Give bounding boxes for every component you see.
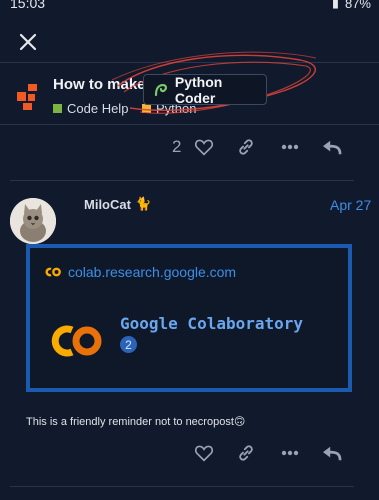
reply-button[interactable] <box>320 136 344 158</box>
status-time: 15:03 <box>10 0 46 11</box>
heart-icon <box>194 139 214 156</box>
category-label: Code Help <box>67 101 129 116</box>
like-count[interactable]: 2 <box>172 137 181 157</box>
category-code-help[interactable]: Code Help <box>53 101 128 116</box>
colab-logo-icon <box>51 325 102 357</box>
python-coder-badge-icon <box>154 83 168 96</box>
post-divider <box>10 180 354 181</box>
ellipsis-icon <box>281 450 299 456</box>
reply-icon <box>323 446 342 461</box>
more-actions-button[interactable] <box>278 136 302 158</box>
reply-icon <box>323 140 342 155</box>
copy-link-button[interactable] <box>234 442 258 464</box>
onebox-title[interactable]: Google Colaboratory <box>120 314 303 333</box>
category-color-swatch <box>142 104 151 113</box>
cat-avatar-icon <box>10 198 56 244</box>
more-actions-button[interactable] <box>278 442 302 464</box>
avatar[interactable] <box>10 198 56 244</box>
user-title-tooltip: Python Coder <box>143 73 267 106</box>
tooltip-label: Python Coder <box>174 73 223 106</box>
site-logo-icon <box>17 84 37 110</box>
link-icon <box>239 139 253 155</box>
colab-logo <box>50 322 104 360</box>
signal-icon: ▮ <box>331 0 339 10</box>
battery-level: 87% <box>344 0 371 11</box>
topic-title[interactable]: How to make <box>53 76 146 93</box>
status-bar: 15:03 ▮ 87% <box>0 0 379 12</box>
post-author[interactable]: MiloCat 🐈 <box>84 196 151 212</box>
site-logo[interactable] <box>17 84 39 110</box>
reply-button[interactable] <box>320 442 344 464</box>
ellipsis-icon <box>281 144 299 150</box>
category-color-swatch <box>53 104 62 113</box>
heart-icon <box>194 445 214 462</box>
colab-favicon-icon <box>45 267 61 277</box>
red-annotation-scribble <box>111 51 317 114</box>
topic-header-divider <box>0 124 379 125</box>
onebox-domain: colab.research.google.com <box>68 264 237 280</box>
header-divider <box>0 62 379 63</box>
status-indicators: ▮ 87% <box>332 0 371 11</box>
post-date[interactable]: Apr 27 <box>330 197 371 213</box>
username: MiloCat <box>84 196 131 212</box>
click-count-badge: 2 <box>120 336 137 353</box>
like-button[interactable] <box>192 136 216 158</box>
close-button[interactable] <box>14 28 42 56</box>
cat-emoji: 🐈 <box>134 196 152 211</box>
copy-link-button[interactable] <box>234 136 258 158</box>
post-body: This is a friendly reminder not to necro… <box>26 416 246 428</box>
onebox-source[interactable]: colab.research.google.com <box>44 264 236 280</box>
post-bottom-divider <box>10 486 354 487</box>
close-icon <box>19 33 37 51</box>
link-icon <box>239 445 253 461</box>
like-button[interactable] <box>192 442 216 464</box>
